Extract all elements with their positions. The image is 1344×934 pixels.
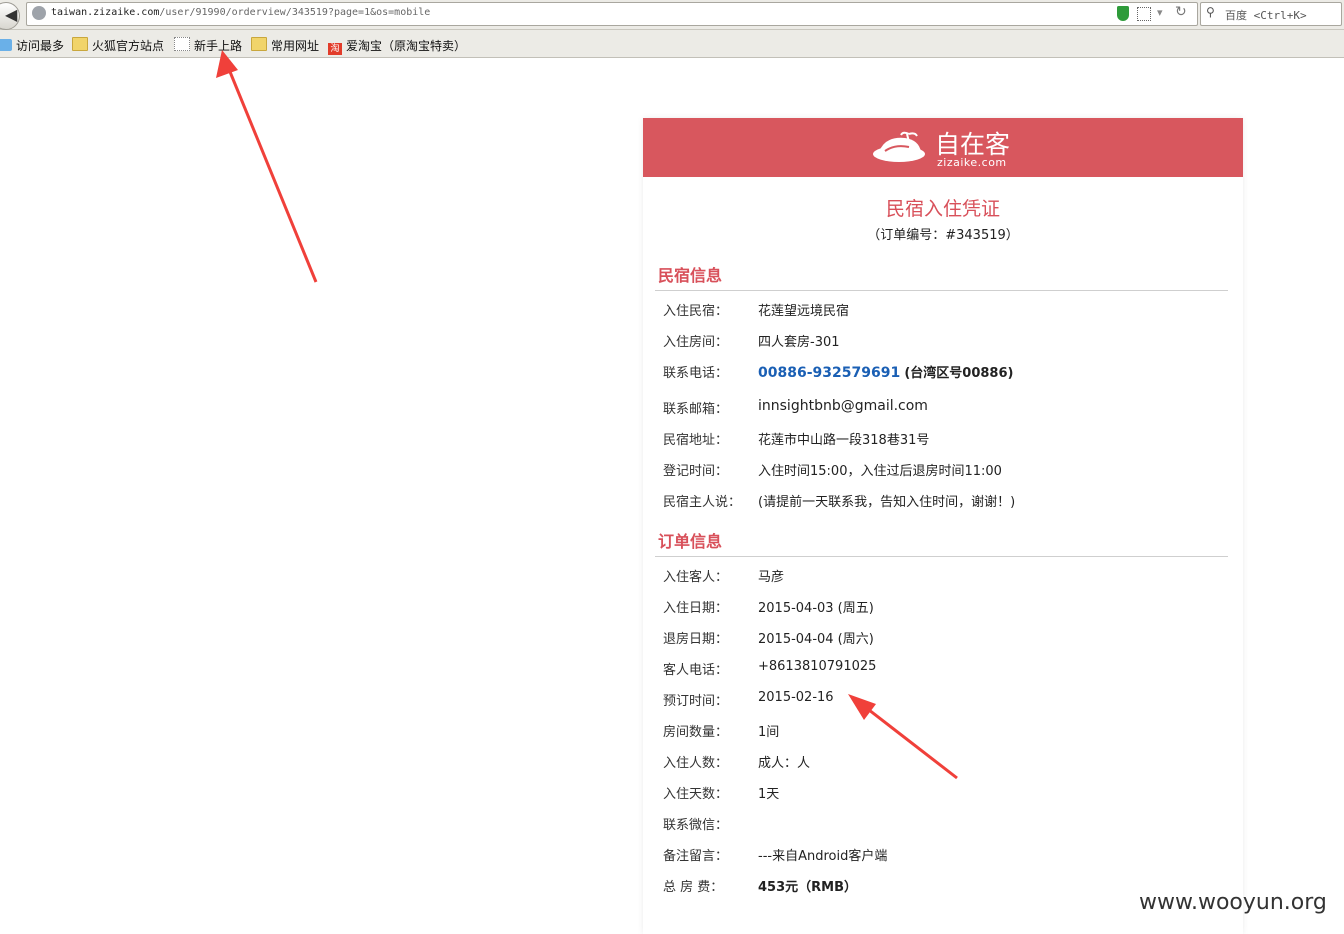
info-row: 民宿地址： 花莲市中山路一段318巷31号 [663,433,930,448]
info-row: 入住房间： 四人套房-301 [663,335,840,350]
phone-link[interactable]: 00886-932579691 [758,365,900,381]
most-visited-icon [0,39,12,51]
security-shield-icon[interactable] [1117,6,1129,21]
bookmark-common-sites[interactable]: 常用网址 [251,37,319,54]
reload-icon[interactable]: ↻ [1175,4,1187,20]
info-row: 联系邮箱： innsightbnb@gmail.com [663,398,928,417]
voucher-title: 民宿入住凭证 [885,198,1000,220]
brand-banner: 自在客 zizaike.com [643,118,1243,177]
info-row: 民宿主人说： (请提前一天联系我，告知入住时间，谢谢！) [663,495,1016,510]
info-row: 客人电话： +8613810791025 [663,659,877,678]
back-arrow-icon: ◀ [5,5,18,24]
info-row: 备注留言： ---来自Android客户端 [663,849,888,864]
search-placeholder[interactable]: 百度 <Ctrl+K> [1225,7,1307,23]
info-row: 登记时间： 入住时间15:00，入住过后退房时间11:00 [663,464,1002,479]
info-row: 入住天数： 1天 [663,787,780,802]
browser-navigation-bar: ◀ taiwan.zizaike.com/user/91990/ordervie… [0,0,1344,30]
folder-icon [251,37,267,51]
search-icon: ⚲ [1206,5,1215,19]
info-row: 入住客人： 马彦 [663,570,785,585]
url-text[interactable]: taiwan.zizaike.com/user/91990/orderview/… [51,7,430,18]
total-fee: 453元（RMB） [758,880,857,895]
folder-icon [72,37,88,51]
brand-name-en: zizaike.com [937,156,1007,169]
back-button[interactable]: ◀ [0,2,20,30]
bookmark-most-visited[interactable]: 访问最多 [0,37,64,54]
dropdown-arrow-icon[interactable]: ▾ [1157,6,1163,19]
order-number: （订单编号：#343519） [867,228,1019,243]
page-icon [174,37,190,51]
info-row: 联系电话： 00886-932579691 (台湾区号00886) [663,365,1014,381]
bookmark-firefox-site[interactable]: 火狐官方站点 [72,37,164,54]
voucher-card: 自在客 zizaike.com 民宿入住凭证 （订单编号：#343519） 民宿… [643,118,1243,934]
section-divider [655,556,1228,557]
info-row: 联系微信： [663,818,729,833]
info-row: 入住日期： 2015-04-03 (周五) [663,601,874,616]
section-divider [655,290,1228,291]
search-box[interactable]: ⚲ 百度 <Ctrl+K> [1200,2,1342,26]
phone-note: (台湾区号00886) [904,366,1014,381]
qr-code-icon[interactable] [1137,7,1151,21]
email-value: innsightbnb@gmail.com [758,398,928,414]
logo-cap-icon [873,131,925,162]
watermark: www.wooyun.org [1139,890,1327,915]
bookmark-getting-started[interactable]: 新手上路 [174,37,242,54]
bookmarks-toolbar: 访问最多 火狐官方站点 新手上路 常用网址 淘爱淘宝（原淘宝特卖） [0,30,1344,58]
bnb-section-title: 民宿信息 [658,266,723,285]
info-row: 房间数量： 1间 [663,725,780,740]
info-row: 退房日期： 2015-04-04 (周六) [663,632,874,647]
annotation-arrow [216,50,318,283]
taobao-icon: 淘 [328,43,342,55]
address-bar[interactable]: taiwan.zizaike.com/user/91990/orderview/… [26,2,1198,26]
info-row: 入住人数： 成人：人 [663,756,811,771]
bookmark-taobao[interactable]: 淘爱淘宝（原淘宝特卖） [328,37,466,55]
info-row: 预订时间： 2015-02-16 [663,690,834,709]
order-section-title: 订单信息 [658,532,723,551]
globe-icon [32,6,46,20]
info-row: 入住民宿： 花莲望远境民宿 [663,304,850,319]
